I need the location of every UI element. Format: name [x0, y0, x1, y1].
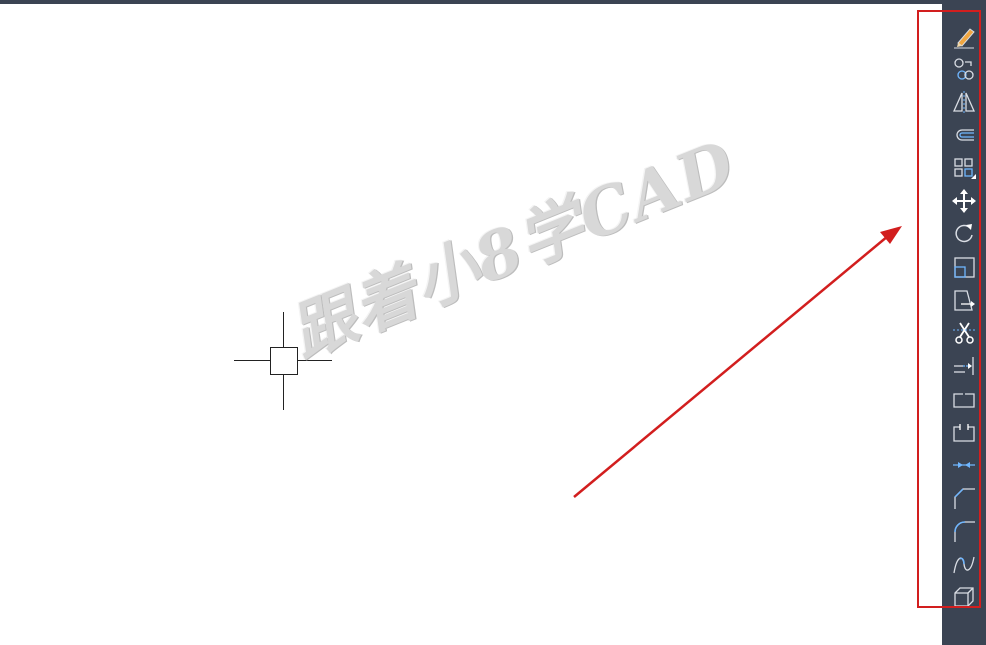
move-tool-button[interactable]: [950, 187, 978, 215]
fillet-icon: [954, 521, 975, 542]
join-tool-button[interactable]: [950, 451, 978, 479]
rotate-tool-button[interactable]: [950, 220, 978, 248]
extend-tool-button[interactable]: [950, 352, 978, 380]
toolbar-grip[interactable]: [954, 10, 974, 12]
array-tool-button[interactable]: [950, 154, 978, 182]
chamfer-icon: [954, 488, 975, 509]
blend-curves-icon: [953, 556, 975, 574]
modify-toolbar: [942, 4, 986, 645]
offset-icon: [956, 129, 974, 141]
break-at-point-icon: [953, 393, 975, 408]
copy-tool-button[interactable]: [950, 55, 978, 83]
erase-icon: [954, 28, 975, 49]
blend-curves-tool-button[interactable]: [950, 550, 978, 578]
mirror-tool-button[interactable]: [950, 88, 978, 116]
move-icon: [952, 189, 976, 213]
scale-icon: [954, 257, 975, 278]
stretch-icon: [954, 290, 975, 311]
copy-icon: [954, 58, 974, 80]
mirror-icon: [952, 91, 976, 113]
stretch-tool-button[interactable]: [950, 286, 978, 314]
break-at-point-tool-button[interactable]: [950, 385, 978, 413]
explode-tool-button[interactable]: [950, 583, 978, 611]
pickbox: [270, 347, 298, 375]
erase-tool-button[interactable]: [950, 22, 978, 50]
drawing-canvas[interactable]: [0, 4, 942, 645]
explode-icon: [954, 587, 974, 607]
break-icon: [953, 424, 975, 442]
join-icon: [953, 462, 975, 468]
scale-tool-button[interactable]: [950, 253, 978, 281]
fillet-tool-button[interactable]: [950, 517, 978, 545]
trim-tool-button[interactable]: [950, 319, 978, 347]
offset-tool-button[interactable]: [950, 121, 978, 149]
break-tool-button[interactable]: [950, 418, 978, 446]
trim-icon: [953, 322, 975, 344]
chamfer-tool-button[interactable]: [950, 484, 978, 512]
array-icon: [954, 158, 976, 179]
extend-icon: [954, 357, 974, 375]
rotate-icon: [955, 224, 973, 243]
